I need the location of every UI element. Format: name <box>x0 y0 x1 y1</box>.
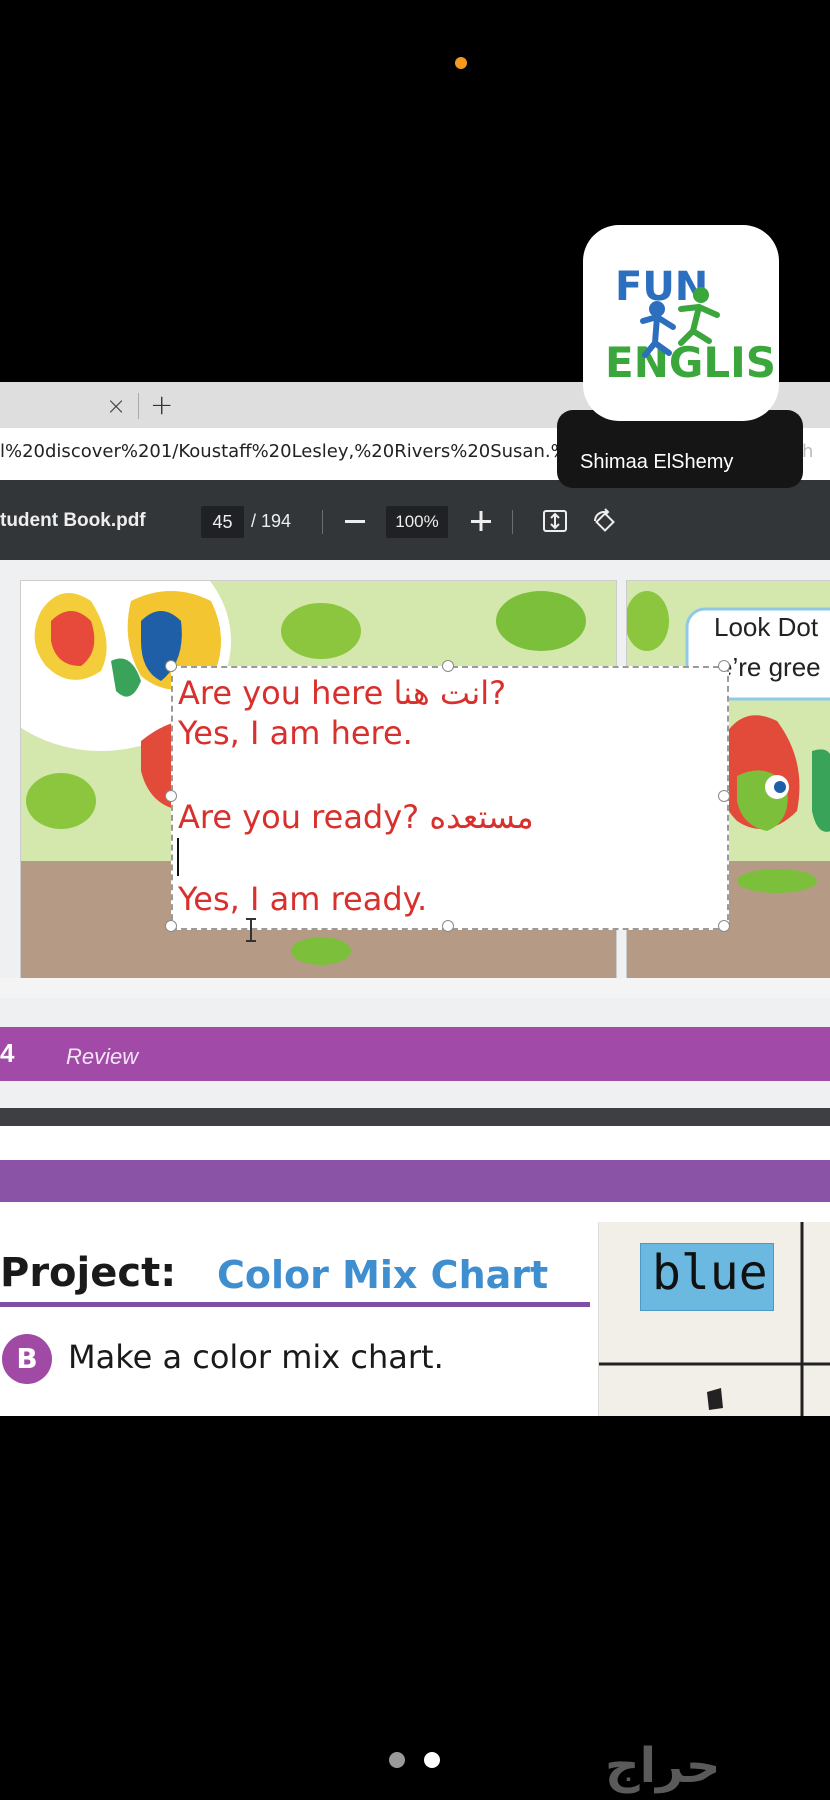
tab-close-button[interactable]: × <box>106 392 126 420</box>
resize-handle[interactable] <box>442 920 454 932</box>
comic-speech-text-2: e’re gree <box>718 652 821 682</box>
text-cursor-icon <box>246 918 256 942</box>
page-total: / 194 <box>251 511 292 531</box>
new-tab-button[interactable]: + <box>150 388 173 421</box>
address-bar-url-tail: h <box>802 441 814 462</box>
step-instruction: Make a color mix chart. <box>68 1338 444 1376</box>
app-overlay-card[interactable] <box>557 410 803 488</box>
annotation-line[interactable]: Yes, I am here. <box>178 714 413 752</box>
page-indicator-dot-active[interactable] <box>424 1752 440 1768</box>
step-badge: B <box>2 1334 52 1384</box>
project-heading-prefix: Project: <box>0 1250 177 1296</box>
fit-page-button[interactable] <box>541 507 569 535</box>
zoom-level-input[interactable]: 100% <box>386 506 448 538</box>
page-indicator-dot[interactable] <box>389 1752 405 1768</box>
page-separator <box>0 1108 830 1126</box>
pdf-file-title: tudent Book.pdf <box>0 510 146 531</box>
haraj-watermark: حراج <box>605 1738 721 1794</box>
toolbar-divider <box>322 510 323 534</box>
zoom-out-button[interactable] <box>344 509 366 535</box>
tab-divider <box>138 393 139 419</box>
address-bar-url[interactable]: l%20discover%201/Koustaff%20Lesley,%20Ri… <box>0 441 560 462</box>
blue-card-label: blue <box>652 1245 768 1301</box>
resize-handle[interactable] <box>165 790 177 802</box>
annotation-line[interactable]: Are you ready? مستعده <box>178 798 534 836</box>
review-label: Review <box>66 1044 139 1069</box>
resize-handle[interactable] <box>442 660 454 672</box>
resize-handle[interactable] <box>165 920 177 932</box>
fun-english-app-icon[interactable]: FUN ENGLISH <box>583 225 811 421</box>
page-header-band <box>0 1160 830 1202</box>
comic-page-margin <box>0 978 830 998</box>
annotation-line[interactable]: Are you here انت هنا? <box>178 674 506 712</box>
plus-icon <box>471 511 491 531</box>
app-owner-name: Shimaa ElShemy <box>580 451 734 473</box>
annotation-line[interactable]: Yes, I am ready. <box>178 880 427 918</box>
resize-handle[interactable] <box>718 920 730 932</box>
resize-handle[interactable] <box>718 790 730 802</box>
comic-speech-text: Look Dot <box>714 612 819 642</box>
toolbar-divider <box>512 510 513 534</box>
rotate-icon <box>594 508 615 532</box>
minus-icon <box>345 520 365 523</box>
fit-to-page-icon <box>543 510 567 532</box>
fun-english-logo: FUN ENGLISH <box>605 264 811 387</box>
zoom-in-button[interactable] <box>470 509 492 535</box>
logo-text-english: ENGLISH <box>605 338 779 387</box>
unit-number: 4 <box>0 1038 15 1068</box>
rotate-button[interactable] <box>590 507 618 535</box>
resize-handle[interactable] <box>165 660 177 672</box>
text-caret <box>177 838 179 876</box>
project-heading-title: Color Mix Chart <box>217 1253 549 1297</box>
heading-underline <box>0 1302 590 1307</box>
page-number-input[interactable]: 45 <box>201 506 244 538</box>
resize-handle[interactable] <box>718 660 730 672</box>
recording-indicator <box>455 57 467 69</box>
